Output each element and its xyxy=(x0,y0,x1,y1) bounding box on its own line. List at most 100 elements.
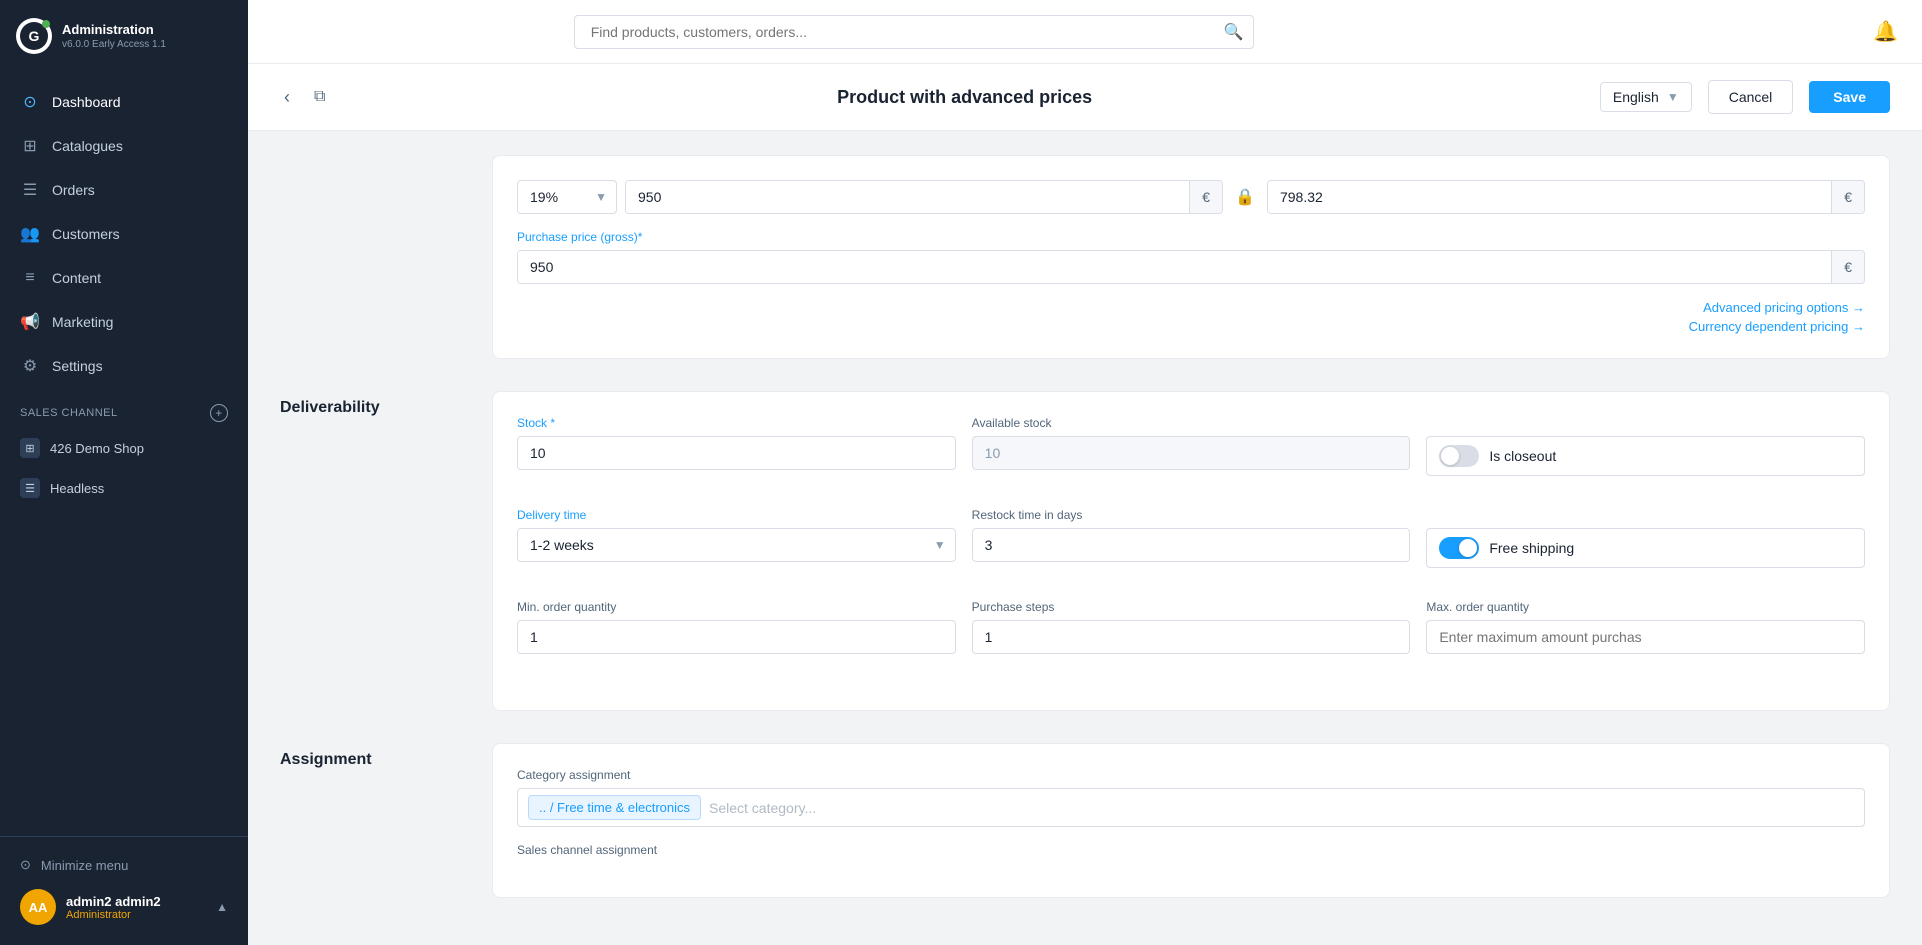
language-select[interactable]: English ▼ xyxy=(1600,82,1692,112)
headless-icon: ☰ xyxy=(20,478,40,498)
tax-rate-select-wrapper: 19% ▼ xyxy=(517,180,617,214)
notification-button[interactable]: 🔔 xyxy=(1873,19,1898,44)
app-version: v6.0.0 Early Access 1.1 xyxy=(62,39,166,50)
max-order-input[interactable] xyxy=(1426,620,1865,654)
net-currency-label: € xyxy=(1831,181,1864,213)
free-shipping-toggle-label: Free shipping xyxy=(1489,540,1574,556)
gross-currency-label: € xyxy=(1189,181,1222,213)
search-button[interactable]: 🔍 xyxy=(1224,22,1244,42)
back-button[interactable]: ‹ xyxy=(280,83,294,112)
net-price-field: € xyxy=(1267,180,1865,214)
assignment-section: Assignment Category assignment .. / Free… xyxy=(280,743,1890,898)
min-order-label: Min. order quantity xyxy=(517,600,956,614)
page-title: Product with advanced prices xyxy=(345,87,1583,108)
orders-icon: ☰ xyxy=(20,180,40,200)
sidebar-item-orders[interactable]: ☰ Orders xyxy=(0,168,248,212)
user-name: admin2 admin2 xyxy=(66,894,206,909)
purchase-price-input[interactable] xyxy=(518,251,1831,283)
gross-price-input[interactable] xyxy=(626,181,1189,213)
minimize-menu-button[interactable]: ⊙ Minimize menu xyxy=(16,849,232,881)
category-placeholder: Select category... xyxy=(709,800,816,816)
closeout-group: Is closeout Is closeout xyxy=(1426,416,1865,476)
app-name: Administration xyxy=(62,22,166,39)
sidebar-item-settings[interactable]: ⚙ Settings xyxy=(0,344,248,388)
pricing-section-label xyxy=(280,155,460,359)
available-stock-group: Available stock xyxy=(972,416,1411,476)
assignment-section-label: Assignment xyxy=(280,743,460,898)
advanced-pricing-link[interactable]: Advanced pricing options → xyxy=(1703,300,1865,315)
sales-channel-section-header: Sales channel + xyxy=(0,388,248,428)
advanced-pricing-link-row: Advanced pricing options → xyxy=(517,300,1865,315)
pricing-section: 19% ▼ € 🔒 € Purcha xyxy=(280,155,1890,359)
topbar: 🔍 🔔 xyxy=(248,0,1922,64)
closeout-toggle[interactable] xyxy=(1439,445,1479,467)
pricing-card: 19% ▼ € 🔒 € Purcha xyxy=(492,155,1890,359)
language-label: English xyxy=(1613,89,1659,105)
available-stock-input[interactable] xyxy=(972,436,1411,470)
user-role: Administrator xyxy=(66,909,206,921)
app-logo: G xyxy=(16,18,52,54)
sidebar-item-headless[interactable]: ☰ Headless xyxy=(0,468,248,508)
free-shipping-toggle-box: Free shipping xyxy=(1426,528,1865,568)
sidebar-label-customers: Customers xyxy=(52,226,120,242)
add-sales-channel-button[interactable]: + xyxy=(210,404,228,422)
currency-dependent-pricing-link[interactable]: Currency dependent pricing → xyxy=(1689,319,1865,334)
purchase-price-group: Purchase price (gross)* € xyxy=(517,230,1865,284)
main-area: 🔍 🔔 ‹ ⧉ Product with advanced prices Eng… xyxy=(248,0,1922,945)
max-order-group: Max. order quantity xyxy=(1426,600,1865,654)
avatar: AA xyxy=(20,889,56,925)
settings-icon: ⚙ xyxy=(20,356,40,376)
sidebar-item-marketing[interactable]: 📢 Marketing xyxy=(0,300,248,344)
content-icon: ≡ xyxy=(20,268,40,288)
lock-icon[interactable]: 🔒 xyxy=(1231,183,1259,211)
deliverability-card: Stock * Available stock Is closeout xyxy=(492,391,1890,711)
sidebar: G Administration v6.0.0 Early Access 1.1… xyxy=(0,0,248,945)
min-order-input[interactable] xyxy=(517,620,956,654)
sidebar-item-customers[interactable]: 👥 Customers xyxy=(0,212,248,256)
sidebar-item-content[interactable]: ≡ Content xyxy=(0,256,248,300)
purchase-price-label: Purchase price (gross)* xyxy=(517,230,1865,244)
deliverability-section: Deliverability Stock * Available stock I… xyxy=(280,391,1890,711)
sidebar-item-catalogues[interactable]: ⊞ Catalogues xyxy=(0,124,248,168)
category-assignment-group: Category assignment .. / Free time & ele… xyxy=(517,768,1865,827)
restock-time-input[interactable] xyxy=(972,528,1411,562)
delivery-time-label: Delivery time xyxy=(517,508,956,522)
purchase-steps-group: Purchase steps xyxy=(972,600,1411,654)
closeout-toggle-knob xyxy=(1441,447,1459,465)
cancel-button[interactable]: Cancel xyxy=(1708,80,1794,114)
copy-button[interactable]: ⧉ xyxy=(310,84,329,110)
category-input-row[interactable]: .. / Free time & electronics Select cate… xyxy=(517,788,1865,827)
sidebar-header: G Administration v6.0.0 Early Access 1.1 xyxy=(0,0,248,72)
stock-label: Stock * xyxy=(517,416,956,430)
user-section[interactable]: AA admin2 admin2 Administrator ▲ xyxy=(16,881,232,933)
chevron-down-icon: ▼ xyxy=(1667,90,1679,104)
restock-time-label: Restock time in days xyxy=(972,508,1411,522)
chevron-up-icon: ▲ xyxy=(216,900,228,914)
sidebar-label-marketing: Marketing xyxy=(52,314,113,330)
page-header: ‹ ⧉ Product with advanced prices English… xyxy=(248,64,1922,131)
shop-icon: ⊞ xyxy=(20,438,40,458)
delivery-time-select[interactable]: 1-2 weeks xyxy=(517,528,956,562)
search-box: 🔍 xyxy=(574,15,1254,49)
sidebar-item-dashboard[interactable]: ⊙ Dashboard xyxy=(0,80,248,124)
min-order-group: Min. order quantity xyxy=(517,600,956,654)
sidebar-item-426-demo-shop[interactable]: ⊞ 426 Demo Shop xyxy=(0,428,248,468)
purchase-steps-label: Purchase steps xyxy=(972,600,1411,614)
delivery-row: Delivery time 1-2 weeks ▼ Restock time i… xyxy=(517,508,1865,584)
save-button[interactable]: Save xyxy=(1809,81,1890,113)
free-shipping-toggle[interactable] xyxy=(1439,537,1479,559)
delivery-time-group: Delivery time 1-2 weeks ▼ xyxy=(517,508,956,568)
minimize-icon: ⊙ xyxy=(20,857,31,873)
stock-input[interactable] xyxy=(517,436,956,470)
search-input[interactable] xyxy=(574,15,1254,49)
sales-channel-label-headless: Headless xyxy=(50,481,104,496)
online-indicator xyxy=(42,20,50,28)
stock-row: Stock * Available stock Is closeout xyxy=(517,416,1865,492)
content-area: 19% ▼ € 🔒 € Purcha xyxy=(248,131,1922,945)
purchase-steps-input[interactable] xyxy=(972,620,1411,654)
net-price-input[interactable] xyxy=(1268,181,1831,213)
purchase-price-field: € xyxy=(517,250,1865,284)
tax-rate-select[interactable]: 19% xyxy=(517,180,617,214)
sidebar-label-catalogues: Catalogues xyxy=(52,138,123,154)
deliverability-section-label: Deliverability xyxy=(280,391,460,711)
